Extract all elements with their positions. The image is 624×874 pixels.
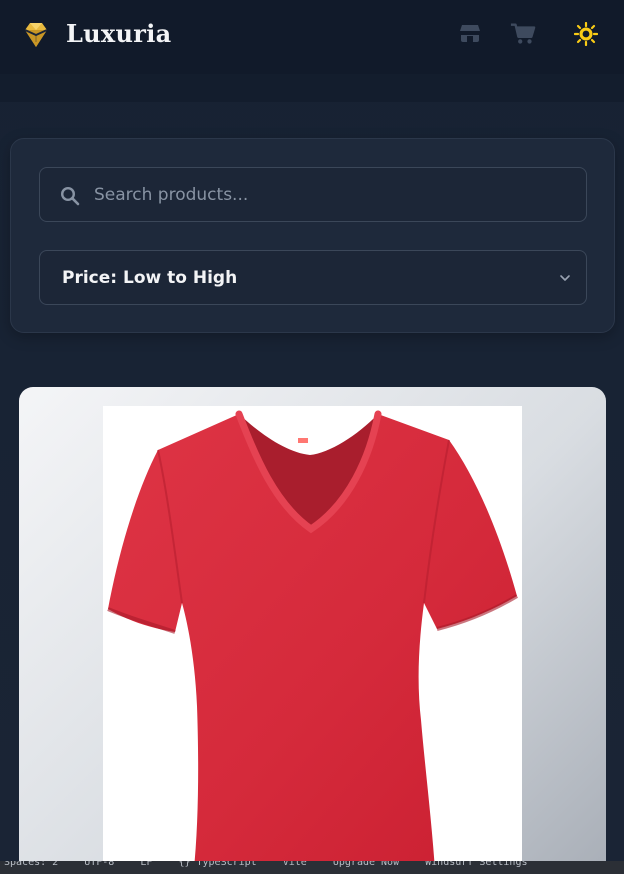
store-icon[interactable] bbox=[457, 22, 483, 46]
diamond-icon bbox=[24, 23, 48, 47]
product-image[interactable] bbox=[103, 406, 522, 874]
sun-icon[interactable] bbox=[574, 22, 598, 46]
sort-selected-label: Price: Low to High bbox=[62, 268, 238, 288]
status-bar: Spaces: 2 UTF-8 LF {} TypeScript Vite Up… bbox=[0, 861, 624, 874]
header-shadow-band bbox=[0, 74, 624, 102]
status-item: Upgrade Now bbox=[332, 861, 400, 868]
status-item: Windsurf Settings bbox=[425, 861, 528, 868]
chevron-down-icon bbox=[560, 275, 570, 281]
search-icon bbox=[60, 186, 80, 206]
top-header: Luxuria bbox=[0, 0, 624, 74]
search-input[interactable] bbox=[94, 168, 574, 221]
storefront-page: Luxuria Search products... Price: Low to… bbox=[0, 0, 624, 874]
search-filter-panel: Price: Low to High bbox=[10, 138, 615, 333]
product-card[interactable] bbox=[19, 387, 606, 874]
product-image-frame bbox=[103, 406, 522, 874]
brand-name[interactable]: Luxuria bbox=[66, 19, 172, 48]
status-item: Spaces: 2 bbox=[4, 861, 59, 868]
cart-icon[interactable] bbox=[510, 22, 536, 46]
status-item: UTF-8 bbox=[84, 861, 115, 868]
status-item: {} TypeScript bbox=[178, 861, 257, 868]
status-item: LF bbox=[140, 861, 153, 868]
sort-dropdown[interactable]: Price: Low to High bbox=[39, 250, 587, 305]
search-box[interactable] bbox=[39, 167, 587, 222]
status-item: Vite bbox=[282, 861, 307, 868]
